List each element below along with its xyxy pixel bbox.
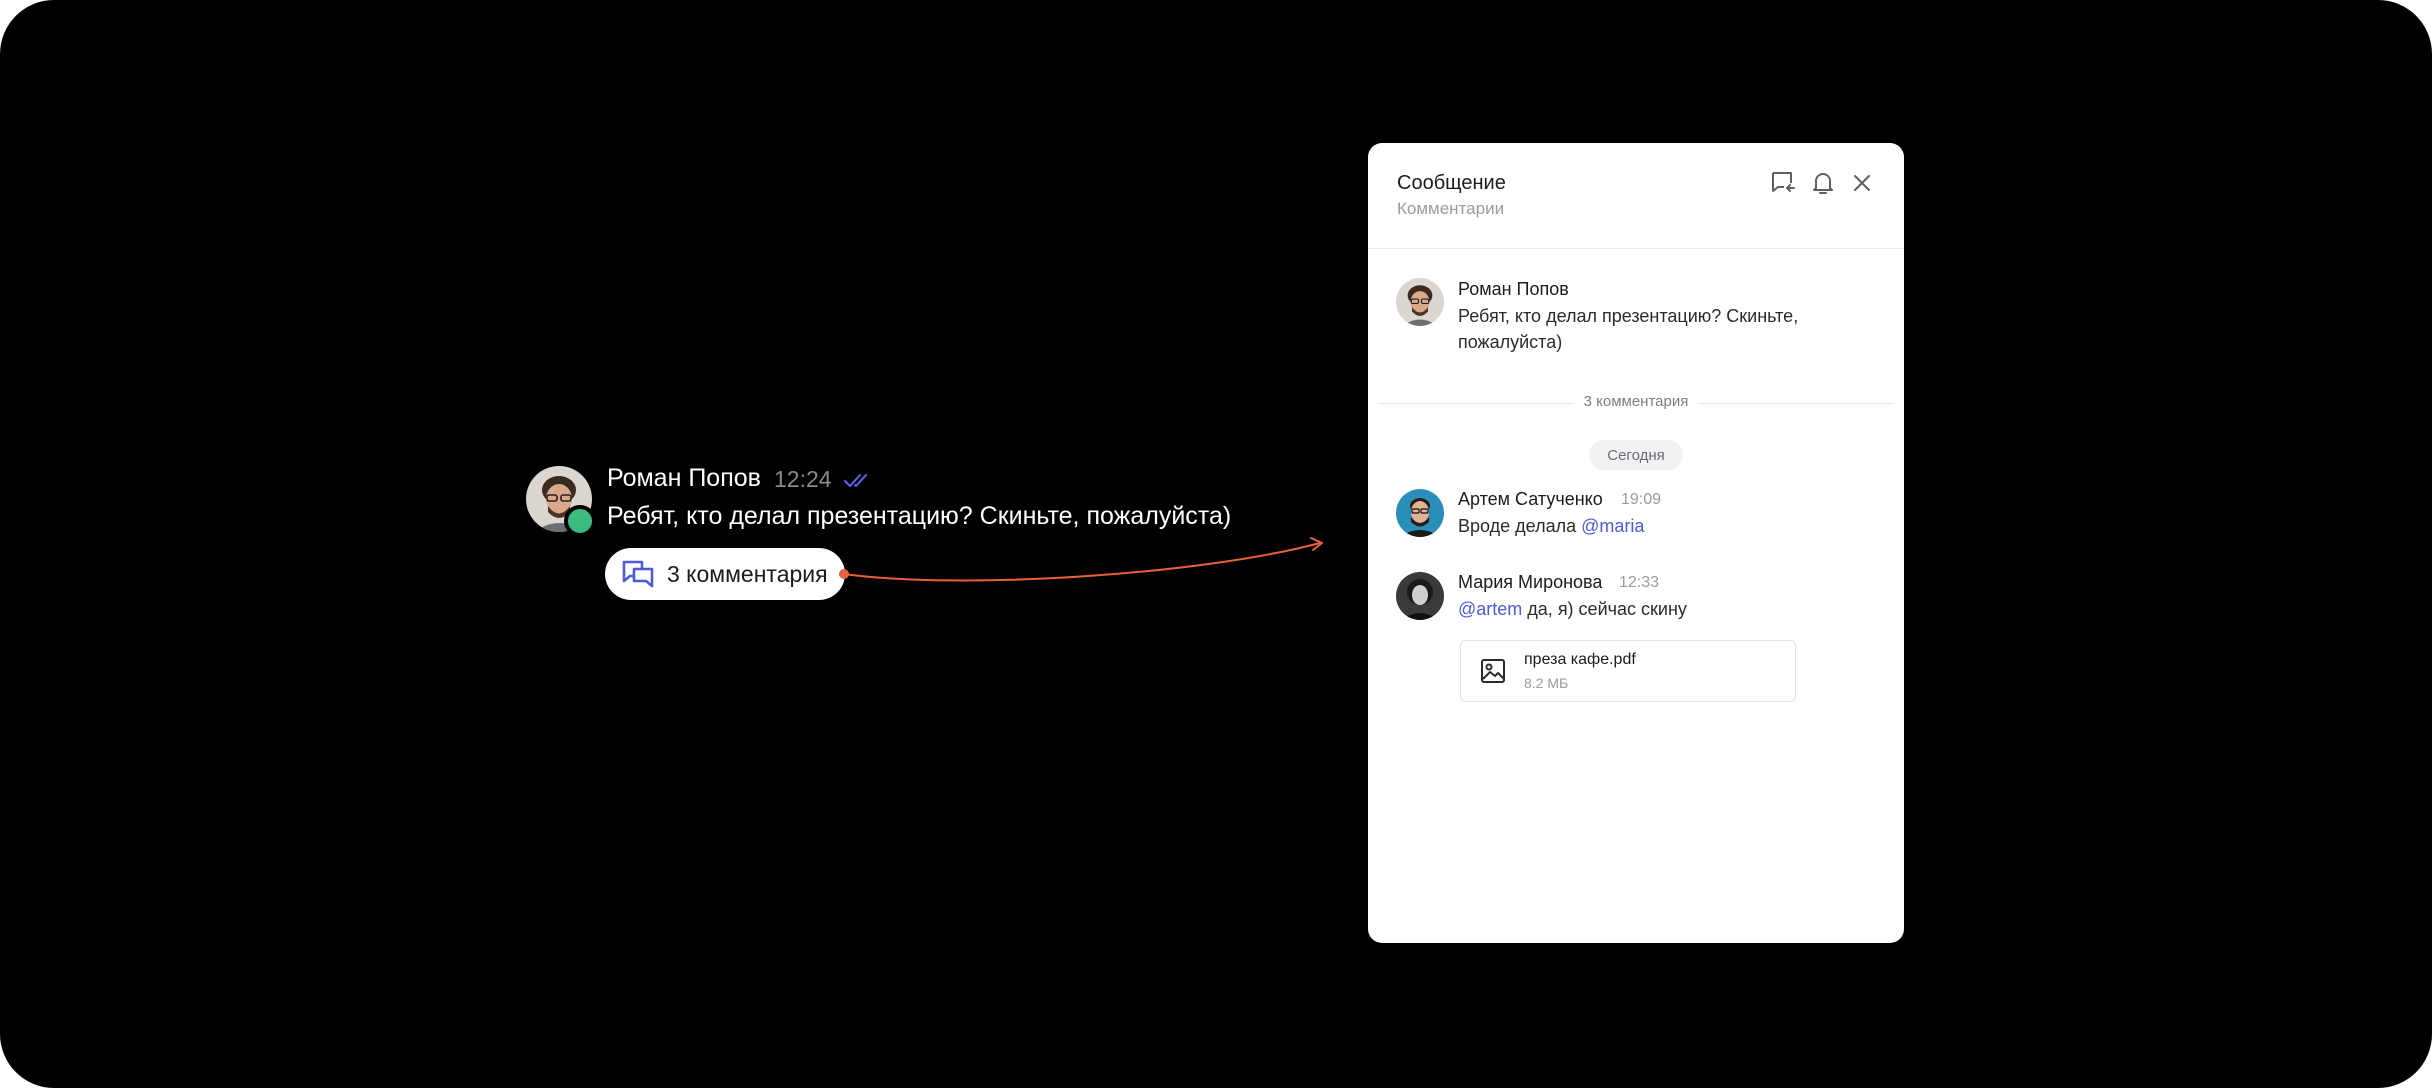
comment-author-avatar[interactable] — [1396, 572, 1444, 620]
comment-time: 12:33 — [1619, 574, 1660, 591]
image-icon — [1481, 659, 1505, 683]
reply-icon[interactable] — [1769, 169, 1797, 197]
file-size: 8.2 МБ — [1524, 675, 1569, 691]
root-message-text: Ребят, кто делал презентацию? Скиньте, п… — [1458, 306, 1799, 352]
comments-panel: Сообщение Комментарии Роман Попов Ребят,… — [1368, 143, 1904, 943]
message-time: 12:24 — [774, 466, 832, 492]
file-name: преза кафе.pdf — [1524, 651, 1636, 668]
canvas: Роман Попов 12:24 Ребят, кто делал презе… — [0, 0, 2432, 1088]
comment-text: @artem да, я) сейчас скину — [1458, 596, 1687, 622]
root-author-avatar[interactable] — [1396, 278, 1444, 326]
bell-icon[interactable] — [1809, 169, 1837, 197]
comments-button[interactable]: 3 комментария — [605, 548, 845, 600]
file-attachment[interactable]: преза кафе.pdf 8.2 МБ — [1460, 640, 1796, 702]
comments-icon — [622, 560, 654, 588]
comment-author-name[interactable]: Артем Сатученко — [1458, 489, 1603, 510]
comment-text-body: Вроде делала — [1458, 516, 1582, 536]
message-author-name[interactable]: Роман Попов — [607, 464, 761, 493]
header-divider — [1368, 248, 1904, 249]
comments-count-label: 3 комментария — [1368, 393, 1904, 410]
comments-button-label: 3 комментария — [667, 560, 828, 587]
double-check-icon — [844, 474, 867, 487]
mention-link[interactable]: @artem — [1458, 599, 1522, 619]
panel-title: Сообщение — [1397, 172, 1506, 194]
comments-count-text: 3 комментария — [1573, 393, 1699, 410]
mention-link[interactable]: @maria — [1581, 516, 1644, 536]
connector-arrow — [839, 537, 1323, 582]
day-divider-pill: Сегодня — [1589, 440, 1683, 470]
panel-subtitle: Комментарии — [1397, 199, 1505, 218]
comment-author-name[interactable]: Мария Миронова — [1458, 572, 1602, 593]
comment-time: 19:09 — [1621, 491, 1662, 508]
comment-author-avatar[interactable] — [1396, 489, 1444, 537]
root-author-name[interactable]: Роман Попов — [1458, 279, 1569, 300]
comment-text: Вроде делала @maria — [1458, 513, 1644, 539]
comment-text-body: да, я) сейчас скину — [1522, 599, 1687, 619]
message-text: Ребят, кто делал презентацию? Скиньте, п… — [607, 502, 1232, 530]
online-status-indicator — [564, 505, 596, 537]
close-icon[interactable] — [1848, 169, 1876, 197]
